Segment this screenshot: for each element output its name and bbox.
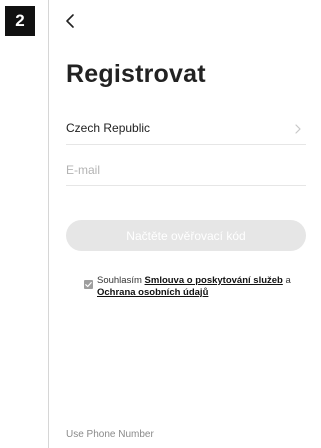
chevron-left-icon [66, 14, 74, 28]
page-title: Registrovat [66, 60, 206, 88]
email-field[interactable] [66, 158, 306, 182]
step-number-badge: 2 [5, 6, 35, 36]
back-button[interactable] [61, 10, 81, 32]
consent-checkbox[interactable] [84, 280, 93, 289]
privacy-policy-link[interactable]: Ochrana osobních údajů [97, 287, 208, 298]
country-selector[interactable]: Czech Republic [66, 115, 306, 145]
checkmark-icon [85, 281, 92, 288]
get-verification-code-button[interactable]: Načtěte ověřovací kód [66, 220, 306, 251]
terms-of-service-link[interactable]: Smlouva o poskytování služeb [145, 275, 283, 286]
phone-screen: Registrovat Czech Republic Načtěte ověřo… [48, 0, 321, 448]
consent-prefix: Souhlasím [97, 275, 145, 286]
chevron-right-icon [295, 124, 301, 134]
use-phone-number-link[interactable]: Use Phone Number [66, 429, 154, 440]
consent-joiner: a [282, 275, 291, 286]
country-label: Czech Republic [66, 121, 151, 135]
consent-text: Souhlasím Smlouva o poskytování služeb a… [97, 275, 307, 299]
email-field-row [66, 156, 306, 186]
